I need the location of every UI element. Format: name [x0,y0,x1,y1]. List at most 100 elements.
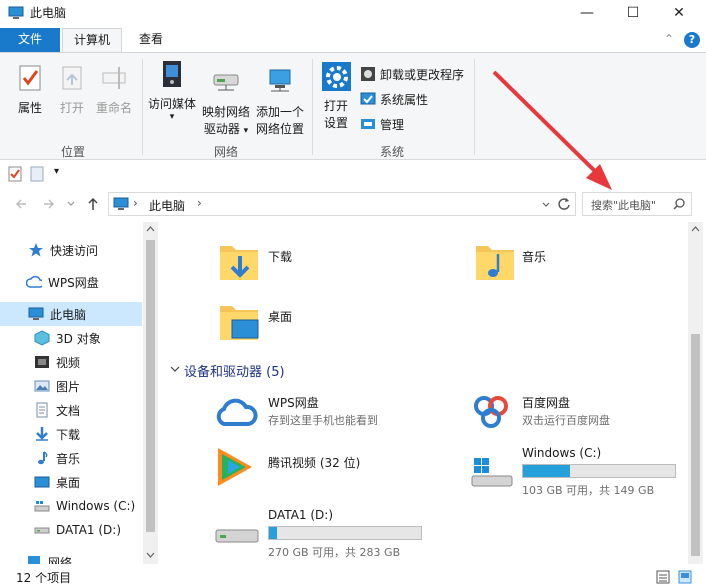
scrollbar-thumb[interactable] [691,334,700,556]
sidebar-item-pictures[interactable]: 图片 [0,374,142,398]
d-drive-usage-bar [268,526,422,540]
folder-item-downloads[interactable]: 下载 [218,240,378,288]
picture-icon [34,380,50,392]
ribbon-collapse-button[interactable]: ⌃ [664,32,674,46]
add-network-location-button[interactable]: 添加一个 网络位置 [254,67,306,138]
properties-icon[interactable] [8,166,22,182]
tab-view[interactable]: 查看 [122,28,180,52]
tencent-video-icon [218,448,252,486]
chevron-down-icon [170,366,180,372]
help-button[interactable]: ? [684,32,700,48]
navigation-pane-scrollbar[interactable] [143,222,158,564]
rename-icon [102,67,126,89]
open-icon [62,66,82,90]
computer-icon [8,6,24,19]
system-properties-button[interactable]: 系统属性 [360,88,480,110]
device-item-d-drive[interactable]: DATA1 (D:) 270 GB 可用，共 283 GB [214,506,444,559]
windows-drive-icon [34,501,50,512]
recent-locations-chevron-icon[interactable] [66,199,76,209]
scroll-up-icon[interactable] [691,226,700,232]
download-arrow-icon [36,427,48,441]
item-count: 12 个项目 [16,571,72,585]
sidebar-item-documents[interactable]: 文档 [0,398,142,422]
desktop-icon [34,476,50,488]
desktop-folder-icon [220,306,259,340]
annotation-arrow [492,70,612,190]
devices-group-header[interactable]: 设备和驱动器 (5) [170,360,680,380]
breadcrumb-separator: › [133,196,138,210]
tab-computer[interactable]: 计算机 [62,28,122,52]
scrollbar-thumb[interactable] [146,240,155,532]
manage-button[interactable]: 管理 [360,113,480,135]
sidebar-item-c-drive[interactable]: Windows (C:) [0,494,142,518]
manage-icon [361,119,375,129]
sidebar-item-this-pc[interactable]: 此电脑 [0,302,142,326]
c-drive-usage-fill [523,465,571,477]
rename-button[interactable]: 重命名 [92,63,136,117]
status-bar: 12 个项目 [0,566,706,588]
sidebar-item-3d-objects[interactable]: 3D 对象 [0,326,142,350]
device-item-baidu-netdisk[interactable]: 百度网盘 双击运行百度网盘 [470,390,680,434]
cloud-icon [216,398,258,426]
network-location-icon [269,69,291,92]
d-drive-usage-fill [269,527,277,539]
properties-icon [19,65,41,91]
folder-item-desktop[interactable]: 桌面 [218,300,378,348]
scroll-down-icon[interactable] [146,552,155,558]
content-pane-scrollbar[interactable] [688,222,703,564]
device-item-tencent-video[interactable]: 腾讯视频 (32 位) [214,446,444,490]
group-label-network: 网络 [213,145,238,159]
qat-dropdown-icon[interactable]: ▾ [54,166,59,177]
sidebar-item-music[interactable]: 音乐 [0,446,142,470]
sidebar-item-network[interactable]: 网络 [0,550,142,564]
uninstall-programs-button[interactable]: 卸载或更改程序 [360,63,480,85]
sidebar-item-wps-cloud[interactable]: WPS网盘 [0,270,142,294]
map-network-drive-button[interactable]: 映射网络 驱动器 ▾ [200,67,252,140]
sidebar-item-videos[interactable]: 视频 [0,350,142,374]
music-note-icon [38,451,48,465]
tab-file[interactable]: 文件 [0,28,60,52]
new-folder-icon[interactable] [30,166,44,182]
breadcrumb-this-pc[interactable]: 此电脑 [149,197,185,214]
device-item-c-drive[interactable]: Windows (C:) 103 GB 可用，共 149 GB [470,446,680,497]
ribbon-tab-bar: 文件 计算机 查看 ⌃ ? [0,28,706,52]
document-icon [36,402,48,418]
drive-icon [34,527,50,534]
cloud-icon [26,275,42,288]
computer-icon [113,197,129,210]
music-folder-icon [476,246,514,280]
download-folder-icon [220,246,258,280]
sidebar-item-desktop[interactable]: 桌面 [0,470,142,494]
scroll-up-icon[interactable] [146,226,155,232]
access-media-button[interactable]: 访问媒体 ▾ [146,59,198,122]
windows-drive-icon [471,458,513,487]
back-arrow-icon[interactable] [14,197,28,211]
large-icons-view-icon[interactable] [678,570,692,584]
device-item-wps-cloud[interactable]: WPS网盘 存到这里手机也能看到 [214,390,444,434]
window-title: 此电脑 [30,6,67,20]
computer-icon [28,307,44,320]
c-drive-usage-bar [522,464,676,478]
open-button[interactable]: 打开 [54,63,90,117]
group-label-location: 位置 [60,145,85,159]
gear-icon [322,62,352,92]
network-drive-icon [213,74,239,91]
search-icon [673,198,685,210]
breadcrumb-separator[interactable]: › [197,196,202,210]
folder-item-music[interactable]: 音乐 [474,240,634,288]
sidebar-item-d-drive[interactable]: DATA1 (D:) [0,518,142,542]
up-arrow-icon[interactable] [86,196,100,212]
sidebar-item-downloads[interactable]: 下载 [0,422,142,446]
video-icon [35,356,49,368]
details-view-icon[interactable] [656,570,670,584]
forward-arrow-icon[interactable] [42,197,56,211]
navigation-pane: 快速访问 WPS网盘 此电脑 3D 对象 视频 图片 文档 下载 音乐 桌面 W… [0,222,158,564]
properties-button[interactable]: 属性 [10,63,50,117]
open-settings-button[interactable]: 打开 设置 [318,61,354,132]
star-icon [29,243,43,257]
maximize-button[interactable]: ☐ [610,0,656,26]
minimize-button[interactable]: — [564,0,610,26]
ribbon-separator [474,59,475,155]
close-button[interactable]: ✕ [656,0,702,26]
sidebar-item-quick-access[interactable]: 快速访问 [0,238,142,262]
